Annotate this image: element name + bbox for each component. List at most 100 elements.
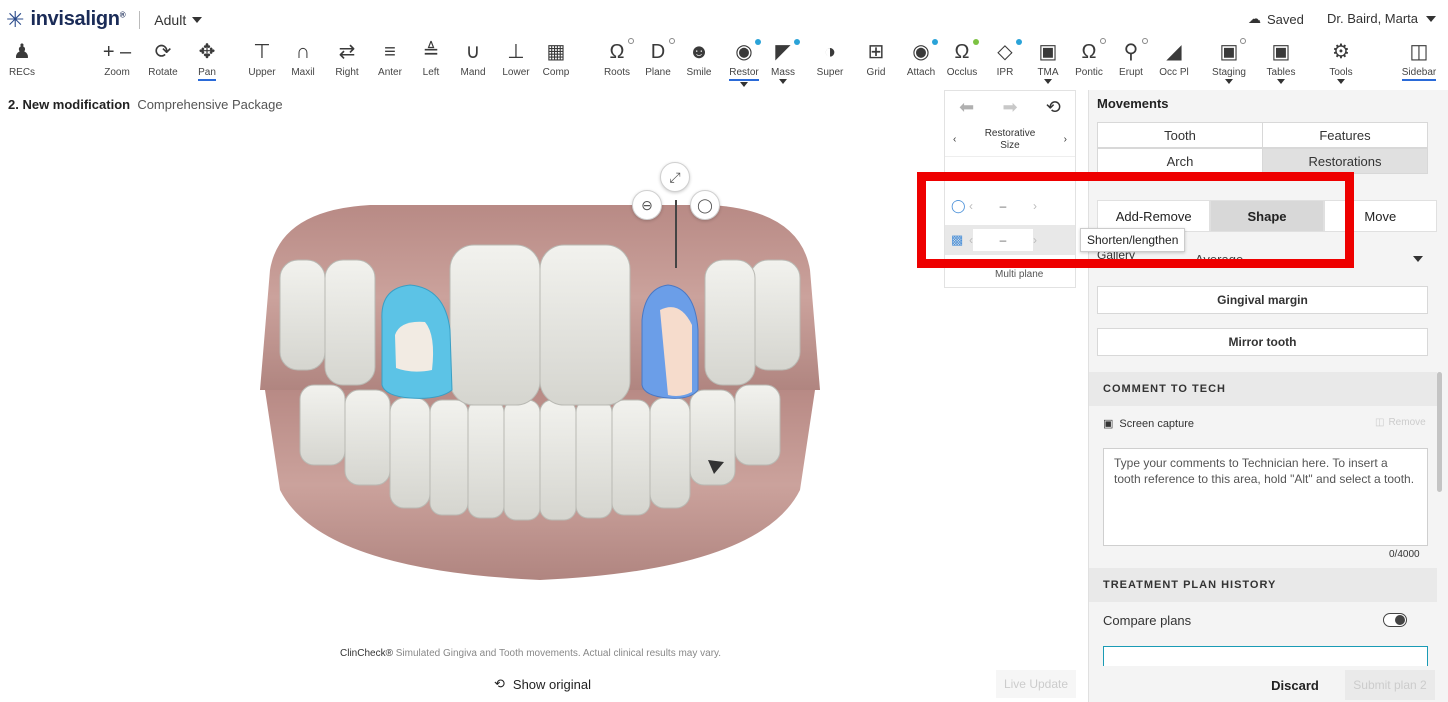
chevron-down-icon	[1277, 79, 1285, 84]
cross-section-icon[interactable]: ⊖	[632, 190, 662, 220]
pan-button[interactable]: ✥ Pan	[188, 38, 226, 90]
status-ring	[669, 38, 675, 44]
brand: ✳ invisalign® Adult	[6, 8, 203, 31]
ipr-button[interactable]: ◇ IPR	[986, 38, 1024, 90]
multi-plane-label[interactable]: Multi plane	[995, 269, 1043, 280]
disclaimer-text: Simulated Gingiva and Tooth movements. A…	[395, 648, 722, 659]
cloud-icon: ☁	[1248, 11, 1261, 26]
comment-textarea[interactable]: Type your comments to Technician here. T…	[1103, 448, 1428, 546]
person-icon: ♟	[13, 41, 31, 63]
restoration-icon: ◉	[735, 41, 753, 63]
width-value[interactable]: –	[973, 195, 1033, 217]
restoration-overlay-left	[395, 321, 434, 372]
chevron-down-icon	[740, 82, 748, 87]
live-update-button[interactable]: Live Update	[996, 670, 1076, 698]
length-stepper: ▩ ‹ – ›	[945, 225, 1075, 255]
tooltip: Shorten/lengthen	[1080, 228, 1186, 252]
profile-dropdown[interactable]: Adult	[154, 11, 203, 28]
discard-button[interactable]: Discard	[1255, 670, 1335, 700]
lower-button[interactable]: ⊥ Lower	[497, 38, 535, 90]
mand-button[interactable]: ∪ Mand	[454, 38, 492, 90]
show-original-button[interactable]: ⟲ Show original	[494, 676, 591, 692]
recs-button[interactable]: ♟ RECs	[3, 38, 41, 90]
plane-button[interactable]: D Plane	[639, 38, 677, 90]
grid-button[interactable]: ⊞ Grid	[857, 38, 895, 90]
smile-button[interactable]: ☻ Smile	[680, 38, 718, 90]
plane-icon: D	[650, 41, 666, 63]
tab-arch[interactable]: Arch	[1098, 149, 1262, 173]
chevron-right-icon[interactable]: ›	[1033, 199, 1037, 213]
compare-plans-label: Compare plans	[1103, 613, 1192, 628]
remove-button[interactable]: ◫ Remove	[1375, 417, 1426, 428]
restor-button[interactable]: ◉ Restor	[725, 38, 763, 90]
chevron-right-icon[interactable]: ›	[1064, 134, 1067, 145]
tooth-width-icon: ◯	[951, 198, 966, 213]
tab-features[interactable]: Features	[1262, 123, 1427, 147]
dental-3d-model[interactable]	[240, 160, 840, 610]
gallery-select[interactable]: Average	[1189, 246, 1429, 272]
chevron-right-icon[interactable]: ›	[1033, 233, 1037, 247]
pontic-icon: Ω	[1081, 41, 1097, 63]
super-button[interactable]: ◑ Super	[811, 38, 849, 90]
screen-capture-button[interactable]: ▣ Screen capture	[1103, 417, 1194, 431]
submit-plan-button[interactable]: Submit plan 2	[1345, 670, 1435, 700]
sidebar-toggle-button[interactable]: ◫ Sidebar	[1398, 38, 1440, 90]
camera-icon: ▣	[1103, 418, 1114, 430]
restoration-tool-panel: ⬅ ➡ ⟲ ‹ Restorative Size › ◯ ‹ – › ▩ ‹ – …	[944, 90, 1076, 288]
rotate-button[interactable]: ⟳ Rotate	[144, 38, 182, 90]
tab-shape[interactable]: Shape	[1210, 200, 1324, 232]
right-view-button[interactable]: ⇄ Right	[328, 38, 366, 90]
movement-tabs-row2: Arch Restorations	[1097, 148, 1428, 174]
maxil-button[interactable]: ∩ Maxil	[284, 38, 322, 90]
history-input[interactable]	[1103, 646, 1428, 666]
tab-move[interactable]: Move	[1323, 200, 1437, 232]
tma-button[interactable]: ▣ TMA	[1029, 38, 1067, 90]
mass-icon: ◤	[775, 41, 791, 63]
roots-icon: Ω	[609, 41, 625, 63]
staging-icon: ▣	[1219, 41, 1239, 63]
erupt-button[interactable]: ⚲ Erupt	[1112, 38, 1150, 90]
tab-restorations[interactable]: Restorations	[1262, 149, 1427, 173]
tables-button[interactable]: ▣ Tables	[1262, 38, 1300, 90]
gingival-margin-button[interactable]: Gingival margin	[1097, 286, 1428, 314]
rotate-handle-icon[interactable]: ◯	[690, 190, 720, 220]
lower-view-icon: ⊥	[507, 41, 525, 63]
tools-button[interactable]: ⚙ Tools	[1322, 38, 1360, 90]
top-bar: ✳ invisalign® Adult ☁ Saved Dr. Baird, M…	[0, 0, 1448, 38]
attach-button[interactable]: ◉ Attach	[902, 38, 940, 90]
comp-button[interactable]: ▦ Comp	[537, 38, 575, 90]
occ-pl-button[interactable]: ◢ Occ Pl	[1155, 38, 1193, 90]
left-view-button[interactable]: ≜ Left	[412, 38, 450, 90]
zoom-button[interactable]: + – Zoom	[92, 38, 142, 90]
right-view-icon: ⇄	[338, 41, 356, 63]
pontic-button[interactable]: Ω Pontic	[1070, 38, 1108, 90]
sidebar-scrollbar[interactable]	[1437, 372, 1442, 492]
logo-text: invisalign®	[30, 8, 126, 30]
saved-label: Saved	[1267, 11, 1304, 27]
mirror-tooth-button[interactable]: Mirror tooth	[1097, 328, 1428, 356]
status-ring	[1240, 38, 1246, 44]
upper-button[interactable]: ⊤ Upper	[243, 38, 281, 90]
mass-button[interactable]: ◤ Mass	[764, 38, 802, 90]
reset-icon[interactable]: ⟲	[1046, 97, 1061, 118]
character-counter: 0/4000	[1389, 549, 1420, 560]
anter-button[interactable]: ≡ Anter	[371, 38, 409, 90]
user-name: Dr. Baird, Marta	[1327, 11, 1419, 26]
tooth-length-icon: ▩	[951, 232, 964, 247]
user-menu[interactable]: Dr. Baird, Marta	[1327, 11, 1437, 26]
occlus-button[interactable]: Ω Occlus	[943, 38, 981, 90]
expand-icon[interactable]: ⤢	[660, 162, 690, 192]
modification-title: 2. New modification Comprehensive Packag…	[8, 97, 283, 112]
redo-icon[interactable]: ➡	[1002, 97, 1017, 118]
profile-label: Adult	[154, 11, 187, 28]
roots-button[interactable]: Ω Roots	[598, 38, 636, 90]
length-value[interactable]: –	[973, 229, 1033, 251]
undo-icon[interactable]: ⬅	[959, 97, 974, 118]
tab-tooth[interactable]: Tooth	[1098, 123, 1262, 147]
staging-button[interactable]: ▣ Staging	[1210, 38, 1248, 90]
tables-icon: ▣	[1271, 41, 1291, 63]
compare-plans-toggle[interactable]	[1383, 613, 1407, 627]
compare-icon: ▦	[546, 41, 566, 63]
chevron-left-icon[interactable]: ‹	[953, 134, 956, 145]
undo-arrow-icon: ⟲	[494, 676, 505, 691]
